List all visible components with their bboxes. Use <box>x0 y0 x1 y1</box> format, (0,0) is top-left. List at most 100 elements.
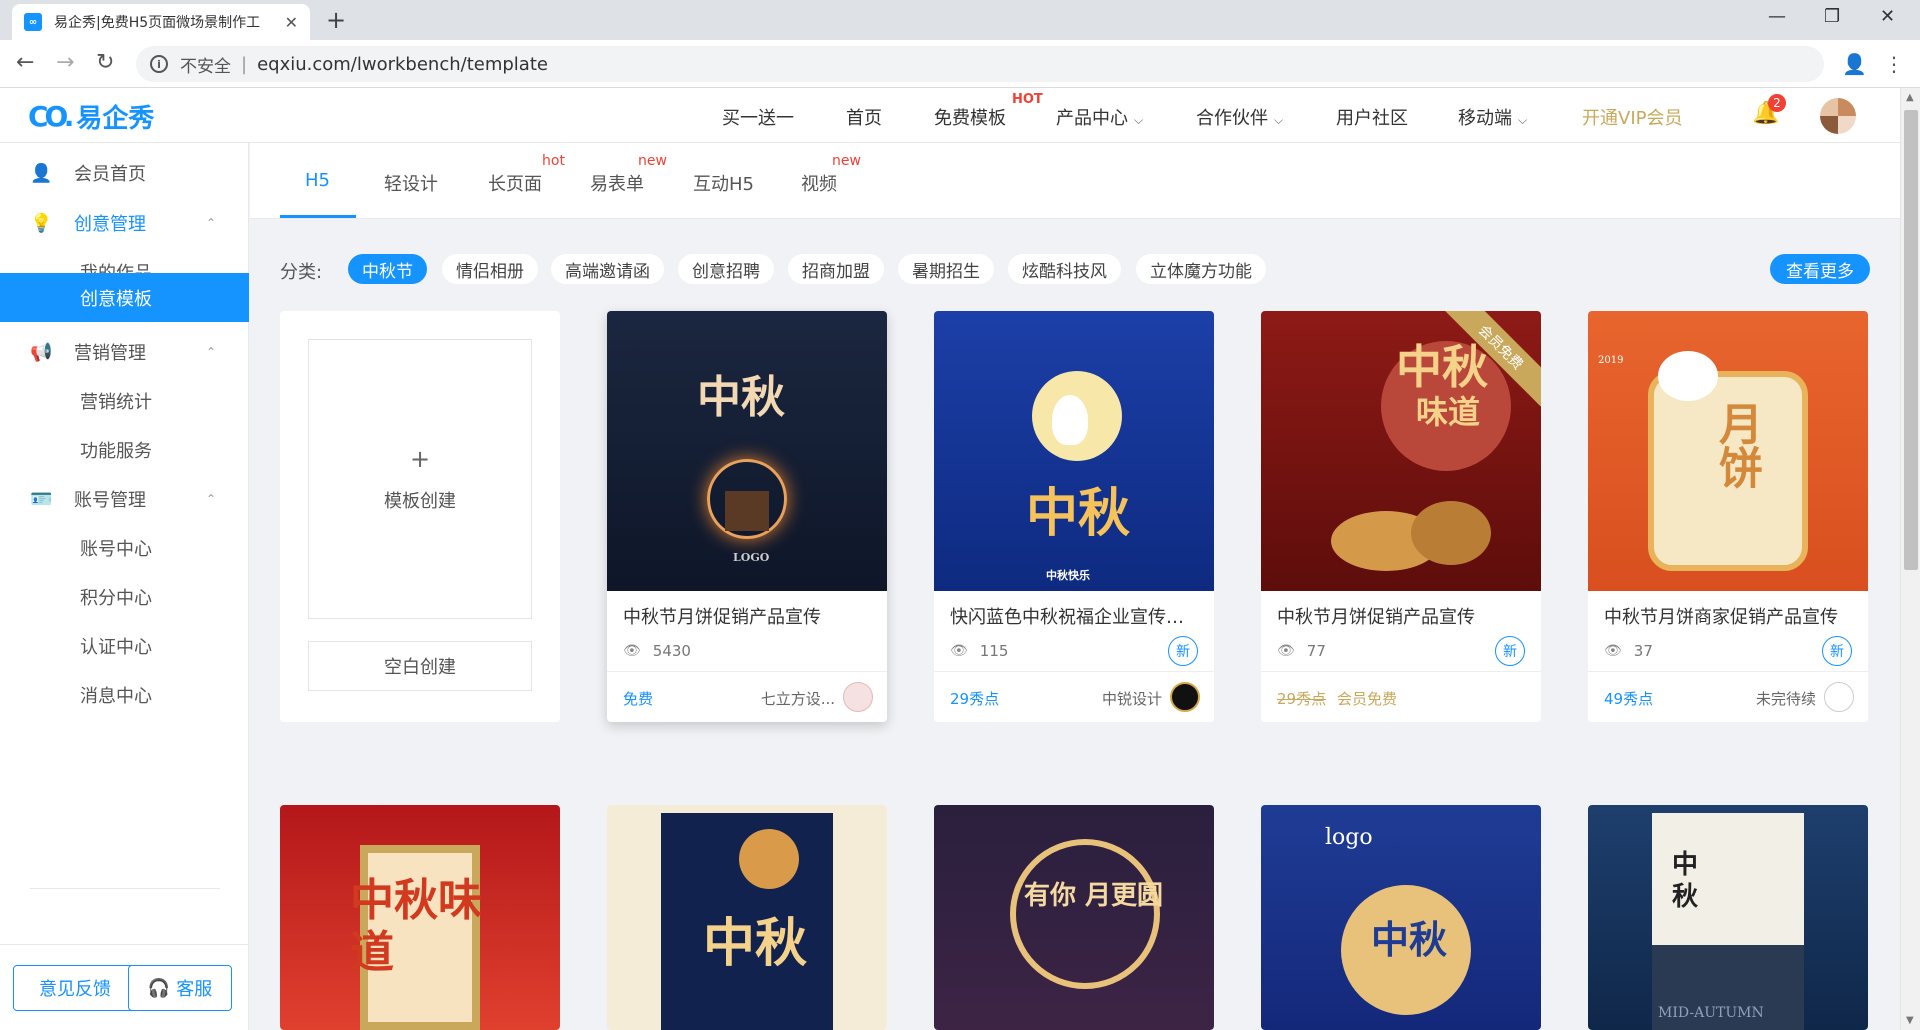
template-author[interactable]: 中锐设计 <box>1102 688 1162 709</box>
user-avatar[interactable] <box>1820 98 1856 134</box>
headset-icon: 🎧 <box>147 977 171 999</box>
browser-tab[interactable]: ∞ 易企秀|免费H5页面微场景制作工 ✕ <box>12 4 310 40</box>
sidebar-item-creative-templates[interactable]: 创意模板 <box>0 273 249 322</box>
sidebar-item-label: 创意管理 <box>74 214 146 235</box>
see-more-button[interactable]: 查看更多 <box>1770 254 1870 284</box>
tab-interactive-h5[interactable]: 互动H5 <box>693 170 754 196</box>
chip-cube-feature[interactable]: 立体魔方功能 <box>1136 254 1266 284</box>
new-tab-icon[interactable]: + <box>326 8 346 32</box>
scroll-up-icon[interactable]: ▲ <box>1906 92 1914 103</box>
sidebar-item-label: 创意模板 <box>80 288 152 310</box>
author-avatar[interactable] <box>1824 682 1854 712</box>
author-avatar[interactable] <box>843 682 873 712</box>
maximize-icon[interactable]: ❐ <box>1824 6 1840 27</box>
omnibox[interactable]: i 不安全 | eqxiu.com/lworkbench/template <box>136 46 1824 82</box>
chip-tech-style[interactable]: 炫酷科技风 <box>1008 254 1121 284</box>
chip-premium-invitation[interactable]: 高端邀请函 <box>551 254 664 284</box>
template-card[interactable]: 中秋 <box>607 805 887 1030</box>
blank-create-button[interactable]: 空白创建 <box>308 641 532 691</box>
scroll-thumb[interactable] <box>1904 110 1918 570</box>
url-text[interactable]: eqxiu.com/lworkbench/template <box>257 54 548 75</box>
back-icon[interactable]: ← <box>16 50 34 76</box>
thumb-title: 中秋 <box>697 372 785 423</box>
logo-mark: CO. <box>28 100 74 133</box>
template-title[interactable]: 中秋节月饼促销产品宣传 <box>1277 603 1527 629</box>
category-label: 分类: <box>280 262 323 283</box>
template-card[interactable]: 中秋 中秋快乐 快闪蓝色中秋祝福企业宣传大... 👁 115 新 29秀点 中锐设… <box>934 311 1214 722</box>
template-card[interactable]: 月饼 2019 中秋节月饼商家促销产品宣传 👁 37 新 49秀点 未完待续 <box>1588 311 1868 722</box>
account-card-icon: 🪪 <box>30 488 53 510</box>
nav-community[interactable]: 用户社区 <box>1336 104 1408 130</box>
template-card[interactable]: 中秋 LOGO 中秋节月饼促销产品宣传 👁 5430 免费 七立方设... <box>607 311 887 722</box>
sidebar-item-message-center[interactable]: 消息中心 <box>0 665 249 725</box>
template-card[interactable]: 中秋味道 <box>280 805 560 1030</box>
template-author[interactable]: 未完待续 <box>1756 688 1816 709</box>
tab-long-page[interactable]: 长页面 <box>488 170 542 196</box>
active-tab-indicator <box>280 215 356 218</box>
tab-close-icon[interactable]: ✕ <box>285 13 298 32</box>
template-title[interactable]: 快闪蓝色中秋祝福企业宣传大... <box>950 603 1200 629</box>
template-card-footer: 29秀点 中锐设计 <box>934 671 1214 722</box>
site-header: CO. 易企秀 买一送一 首页 免费模板 HOT 产品中心 ⌵ 合作伙伴 ⌵ 用户社… <box>0 88 1900 143</box>
scroll-down-icon[interactable]: ▼ <box>1906 1015 1914 1026</box>
template-author[interactable]: 七立方设... <box>761 688 835 709</box>
template-card[interactable]: 中秋 MID-AUTUMN <box>1588 805 1868 1030</box>
author-avatar[interactable] <box>1170 682 1200 712</box>
profile-icon[interactable]: 👤 <box>1842 52 1867 76</box>
view-count: 👁 115 <box>950 642 1008 660</box>
feedback-button[interactable]: 意见反馈 <box>13 965 137 1011</box>
chip-creative-hiring[interactable]: 创意招聘 <box>678 254 774 284</box>
nav-mobile[interactable]: 移动端 ⌵ <box>1458 104 1527 130</box>
template-thumbnail: logo 中秋 <box>1261 805 1541 1030</box>
new-badge: new <box>638 153 667 169</box>
tab-easy-form[interactable]: 易表单 <box>590 170 644 196</box>
browser-tabbar: ∞ 易企秀|免费H5页面微场景制作工 ✕ + — ❐ ✕ <box>0 0 1920 40</box>
thumb-logo: logo <box>1325 825 1373 850</box>
menu-icon[interactable]: ⋮ <box>1884 52 1904 76</box>
forward-icon[interactable]: → <box>56 50 74 76</box>
chip-couple-album[interactable]: 情侣相册 <box>442 254 538 284</box>
sidebar-divider <box>30 888 220 889</box>
sidebar-item-label: 会员首页 <box>74 164 146 185</box>
window-close-icon[interactable]: ✕ <box>1880 6 1895 27</box>
chip-mid-autumn[interactable]: 中秋节 <box>348 254 427 284</box>
minimize-icon[interactable]: — <box>1768 6 1786 27</box>
template-title[interactable]: 中秋节月饼促销产品宣传 <box>623 603 873 629</box>
tab-video[interactable]: 视频 <box>801 170 837 196</box>
nav-buy-one-get-one[interactable]: 买一送一 <box>722 104 794 130</box>
new-badge: 新 <box>1495 636 1525 666</box>
create-from-template-box[interactable]: + 模板创建 <box>308 339 532 619</box>
template-price: 免费 <box>623 690 654 708</box>
thumb-subtitle: 中秋快乐 <box>1046 569 1090 582</box>
eye-icon: 👁 <box>1277 643 1295 659</box>
mooncake-shape <box>1411 501 1491 565</box>
customer-service-button[interactable]: 🎧 客服 <box>128 965 232 1011</box>
template-price: 29秀点 <box>1277 690 1327 708</box>
sidebar-item-label: 功能服务 <box>80 441 152 462</box>
template-card-footer: 49秀点 未完待续 <box>1588 671 1868 722</box>
reload-icon[interactable]: ↻ <box>96 50 114 76</box>
nav-product-center[interactable]: 产品中心 ⌵ <box>1056 104 1143 130</box>
template-price: 49秀点 <box>1604 690 1654 708</box>
nav-free-templates[interactable]: 免费模板 <box>934 104 1006 130</box>
template-card[interactable]: 中秋 味道 会员免费 中秋节月饼促销产品宣传 👁 77 新 29秀点 会员免费 <box>1261 311 1541 722</box>
thumb-title: 中秋味道 <box>350 875 482 978</box>
template-title[interactable]: 中秋节月饼商家促销产品宣传 <box>1604 603 1854 629</box>
nav-partners-label: 合作伙伴 <box>1196 108 1268 129</box>
tab-h5[interactable]: H5 <box>305 170 330 191</box>
megaphone-icon: 📢 <box>30 341 53 363</box>
chip-summer-enrollment[interactable]: 暑期招生 <box>898 254 994 284</box>
customer-service-label: 客服 <box>176 979 213 1000</box>
view-count-value: 77 <box>1306 642 1326 660</box>
page-scrollbar[interactable]: ▲ ▼ <box>1900 88 1920 1030</box>
nav-home[interactable]: 首页 <box>846 104 882 130</box>
eqxiu-logo[interactable]: CO. 易企秀 <box>28 98 154 135</box>
info-icon[interactable]: i <box>150 55 168 73</box>
thumb-title: 中秋 <box>1672 850 1699 912</box>
chip-franchise[interactable]: 招商加盟 <box>788 254 884 284</box>
template-card[interactable]: 有你 月更圆 <box>934 805 1214 1030</box>
nav-vip[interactable]: 开通VIP会员 <box>1582 104 1682 130</box>
template-card[interactable]: logo 中秋 <box>1261 805 1541 1030</box>
tab-light-design[interactable]: 轻设计 <box>384 170 438 196</box>
nav-partners[interactable]: 合作伙伴 ⌵ <box>1196 104 1283 130</box>
